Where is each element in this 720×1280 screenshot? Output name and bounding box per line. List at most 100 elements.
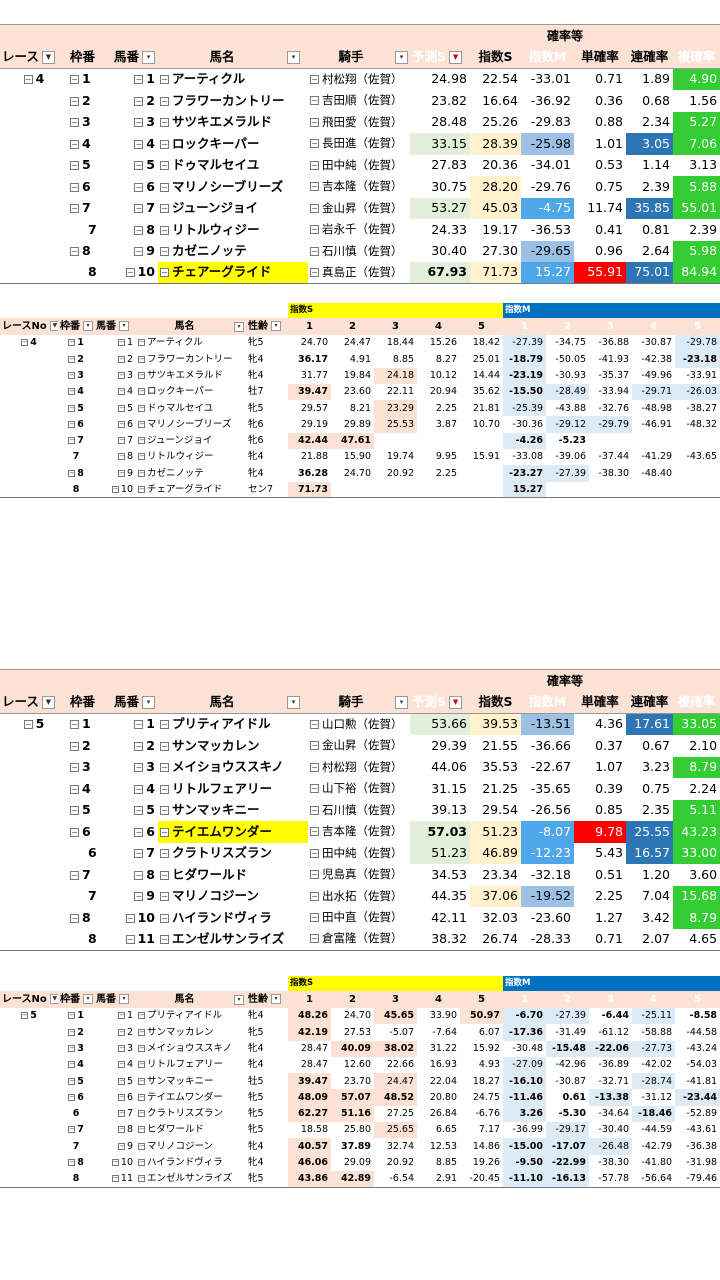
horse-name-cell[interactable]: − マリノコジーン <box>136 1138 246 1154</box>
collapse-icon[interactable]: − <box>70 75 79 85</box>
collapse-icon[interactable]: − <box>117 371 125 379</box>
collapse-icon[interactable]: − <box>160 96 169 106</box>
collapse-icon[interactable]: − <box>68 1012 76 1020</box>
collapse-icon[interactable]: − <box>111 485 119 493</box>
horse-name-cell[interactable]: − メイショウススキノ <box>158 757 308 779</box>
sexage-header[interactable]: 性齢 ▾ <box>246 318 289 335</box>
collapse-icon[interactable]: − <box>138 485 145 493</box>
dropdown-icon[interactable]: ▾ <box>287 695 300 709</box>
collapse-icon[interactable]: − <box>70 784 79 794</box>
collapse-icon[interactable]: − <box>70 827 79 837</box>
collapse-icon[interactable]: − <box>160 870 169 880</box>
collapse-icon[interactable]: − <box>68 1126 76 1134</box>
collapse-icon[interactable]: − <box>160 247 169 256</box>
horse-name-cell[interactable]: − ドゥマルセイユ <box>158 155 308 177</box>
horse-name-cell[interactable]: − サンマッキニー <box>136 1073 246 1089</box>
collapse-icon[interactable]: − <box>160 934 169 944</box>
horse-name-cell[interactable]: − カゼニノッテ <box>158 241 308 263</box>
frame-header[interactable]: 枠番 ▾ <box>58 318 94 335</box>
dropdown-icon[interactable]: ▾ <box>395 695 409 709</box>
collapse-icon[interactable]: − <box>70 161 79 170</box>
collapse-icon[interactable]: − <box>160 118 169 127</box>
collapse-icon[interactable]: − <box>138 1061 145 1069</box>
collapse-icon[interactable]: − <box>310 246 319 256</box>
collapse-icon[interactable]: − <box>117 1110 125 1118</box>
jockey-header[interactable]: 騎手 ▾ <box>308 46 411 69</box>
horse-name-cell[interactable]: − チェアーグライド <box>136 481 246 499</box>
horse-header[interactable]: 馬名 ▾ <box>136 991 246 1008</box>
collapse-icon[interactable]: − <box>134 247 144 256</box>
horse-header[interactable]: 馬名 ▾ <box>158 46 308 69</box>
collapse-icon[interactable]: − <box>160 827 169 837</box>
collapse-icon[interactable]: − <box>125 934 135 944</box>
horse-name-cell[interactable]: − テイエムワンダー <box>136 1089 246 1105</box>
pred-header[interactable]: 予測S ▼ <box>410 46 471 69</box>
idxM-header[interactable]: 指数M <box>521 691 575 714</box>
filter-icon[interactable]: ▼ <box>41 695 55 709</box>
horse-name-cell[interactable]: − メイショウススキノ <box>136 1041 246 1057</box>
collapse-icon[interactable]: − <box>160 720 169 730</box>
horse-name-cell[interactable]: − リトルウィジー <box>158 219 308 241</box>
collapse-icon[interactable]: − <box>134 827 144 837</box>
collapse-icon[interactable]: − <box>117 453 125 461</box>
collapse-icon[interactable]: − <box>310 805 319 815</box>
collapse-icon[interactable]: − <box>68 1077 76 1085</box>
collapse-icon[interactable]: − <box>117 1142 125 1150</box>
horse-name-cell[interactable]: − サンマッカレン <box>136 1024 246 1040</box>
collapse-icon[interactable]: − <box>134 720 144 730</box>
collapse-icon[interactable]: − <box>138 355 145 363</box>
collapse-icon[interactable]: − <box>111 1159 119 1167</box>
collapse-icon[interactable]: − <box>70 247 79 256</box>
horse-name-cell[interactable]: − エンゼルサンライズ <box>136 1170 246 1188</box>
horse-name-cell[interactable]: − ジューンジョイ <box>136 433 246 449</box>
collapse-icon[interactable]: − <box>117 1028 125 1036</box>
horse-name-cell[interactable]: − ヒダワールド <box>158 864 308 886</box>
collapse-icon[interactable]: − <box>138 371 145 379</box>
filter-icon[interactable]: ▼ <box>49 994 58 1004</box>
collapse-icon[interactable]: − <box>68 404 76 412</box>
collapse-icon[interactable]: − <box>70 763 79 772</box>
collapse-icon[interactable]: − <box>310 117 319 127</box>
collapse-icon[interactable]: − <box>134 806 144 815</box>
horse-name-cell[interactable]: − サンマッキニー <box>158 800 308 822</box>
collapse-icon[interactable]: − <box>138 453 145 461</box>
collapse-icon[interactable]: − <box>68 1159 76 1167</box>
idxS-header[interactable]: 指数S <box>470 691 522 714</box>
collapse-icon[interactable]: − <box>138 1175 145 1183</box>
collapse-icon[interactable]: − <box>70 96 79 106</box>
collapse-icon[interactable]: − <box>138 437 145 445</box>
collapse-icon[interactable]: − <box>70 139 79 149</box>
collapse-icon[interactable]: − <box>138 1142 145 1150</box>
race-header[interactable]: レースNo ▼ <box>0 318 58 335</box>
collapse-icon[interactable]: − <box>138 1159 145 1167</box>
collapse-icon[interactable]: − <box>134 75 144 85</box>
collapse-icon[interactable]: − <box>70 720 79 730</box>
pred-header[interactable]: 予測S ▼ <box>410 691 471 714</box>
collapse-icon[interactable]: − <box>138 1044 145 1052</box>
collapse-icon[interactable]: − <box>21 1012 29 1020</box>
collapse-icon[interactable]: − <box>117 1077 125 1085</box>
collapse-icon[interactable]: − <box>21 339 29 347</box>
horse-header[interactable]: 馬名 ▾ <box>158 691 308 714</box>
horse-name-cell[interactable]: − ロックキーパー <box>136 384 246 400</box>
place-header[interactable]: 複確率 <box>673 691 720 714</box>
horse-name-cell[interactable]: − サツキエメラルド <box>136 368 246 384</box>
dropdown-icon[interactable]: ▾ <box>395 50 409 64</box>
collapse-icon[interactable]: − <box>138 1012 145 1020</box>
horse-name-cell[interactable]: − フラワーカントリー <box>158 90 308 112</box>
horse-name-cell[interactable]: − アーティクル <box>158 69 308 91</box>
sexage-header[interactable]: 性齢 ▾ <box>246 991 289 1008</box>
collapse-icon[interactable]: − <box>160 268 169 278</box>
collapse-icon[interactable]: − <box>70 806 79 815</box>
collapse-icon[interactable]: − <box>310 139 319 148</box>
horse-name-cell[interactable]: − リトルフェアリー <box>136 1057 246 1073</box>
collapse-icon[interactable]: − <box>68 1061 76 1069</box>
collapse-icon[interactable]: − <box>138 469 145 477</box>
collapse-icon[interactable]: − <box>160 806 169 815</box>
collapse-icon[interactable]: − <box>68 1044 76 1052</box>
horse-name-cell[interactable]: − マリノコジーン <box>158 886 308 908</box>
collapse-icon[interactable]: − <box>23 75 33 85</box>
frame-header[interactable]: 枠番 <box>68 691 112 714</box>
collapse-icon[interactable]: − <box>117 1044 125 1052</box>
collapse-icon[interactable]: − <box>310 203 319 213</box>
